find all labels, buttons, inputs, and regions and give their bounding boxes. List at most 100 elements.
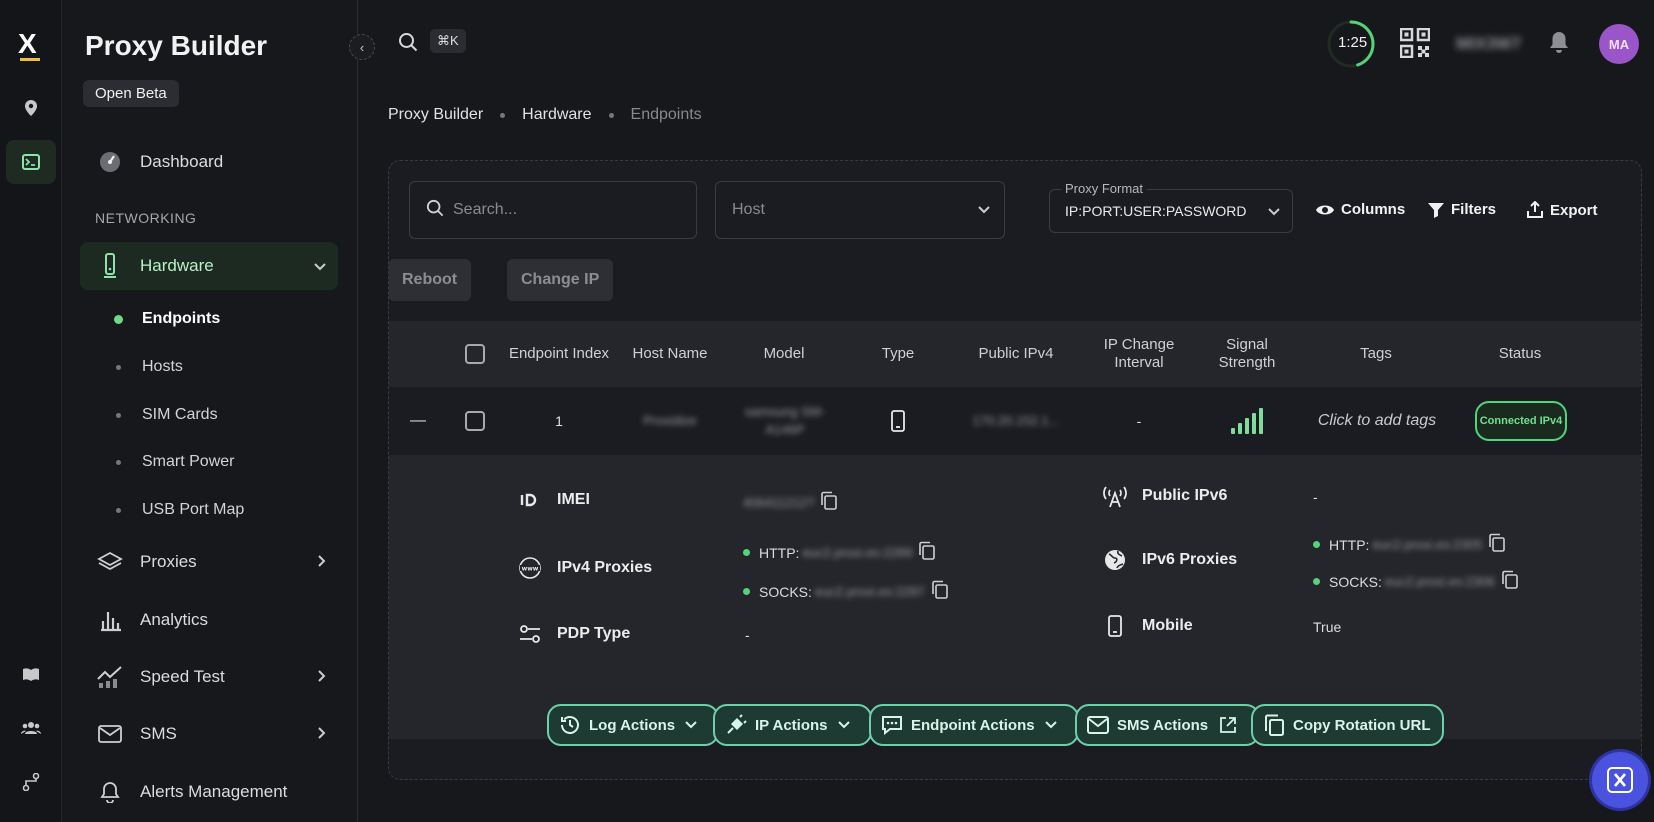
chevron-down-icon bbox=[837, 721, 850, 729]
avatar[interactable]: MA bbox=[1599, 24, 1639, 64]
col-type[interactable]: Type bbox=[849, 321, 947, 387]
status-badge-label: Connected IPv4 bbox=[1475, 401, 1567, 441]
signal-bar bbox=[1238, 423, 1242, 434]
sidebar-item-label: SMS bbox=[140, 724, 177, 743]
change-ip-button[interactable]: Change IP bbox=[507, 259, 614, 301]
copy-icon[interactable] bbox=[918, 541, 936, 564]
columns-label: Columns bbox=[1341, 201, 1406, 218]
chevron-down-icon bbox=[1268, 203, 1280, 219]
collapse-row-button[interactable]: — bbox=[403, 387, 433, 455]
online-dot bbox=[743, 549, 750, 556]
sidebar-subitem-smart-power[interactable]: Smart Power bbox=[116, 447, 235, 477]
x-logo-icon bbox=[1607, 767, 1633, 793]
pdp-type-value: - bbox=[745, 627, 750, 643]
endpoint-actions-button[interactable]: Endpoint Actions bbox=[869, 704, 1079, 746]
col-tags[interactable]: Tags bbox=[1301, 321, 1451, 387]
sidebar-subitem-endpoints[interactable]: Endpoints bbox=[114, 304, 220, 334]
bullet-dot bbox=[116, 364, 121, 370]
table-row[interactable]: — 1 Proxidize samsung SM-A146P 170.20.15… bbox=[389, 387, 1641, 455]
breadcrumb-separator bbox=[608, 112, 614, 118]
cell-endpoint-index: 1 bbox=[555, 413, 563, 429]
copy-icon[interactable] bbox=[820, 491, 838, 514]
copy-icon[interactable] bbox=[1488, 533, 1506, 556]
bullet-dot bbox=[116, 507, 121, 513]
team-icon[interactable] bbox=[6, 706, 56, 750]
notifications-bell-icon[interactable] bbox=[1548, 30, 1570, 59]
public-ipv6-label: Public IPv6 bbox=[1103, 486, 1227, 508]
copy-icon[interactable] bbox=[931, 580, 949, 603]
sms-actions-button[interactable]: SMS Actions bbox=[1075, 704, 1261, 746]
workflow-icon[interactable] bbox=[6, 760, 56, 804]
ipv4-socks-proxy: SOCKS: euc2.proxi.es:2297 bbox=[743, 580, 949, 603]
bullet-dot bbox=[116, 412, 121, 418]
sidebar-subitem-sim-cards[interactable]: SIM Cards bbox=[116, 400, 218, 430]
col-ip-change-interval[interactable]: IP Change Interval bbox=[1083, 321, 1195, 387]
col-model[interactable]: Model bbox=[729, 321, 839, 387]
select-all-checkbox[interactable] bbox=[457, 321, 493, 387]
sidebar-item-alerts[interactable]: Alerts Management bbox=[80, 768, 338, 816]
sidebar-item-label: Hardware bbox=[140, 256, 214, 275]
imei-label-text: IMEI bbox=[557, 491, 590, 508]
sidebar-item-analytics[interactable]: Analytics bbox=[80, 596, 338, 644]
imei-label: IMEI bbox=[520, 491, 590, 509]
col-endpoint-index[interactable]: Endpoint Index bbox=[507, 321, 611, 387]
search-icon[interactable] bbox=[398, 32, 418, 57]
host-placeholder: Host bbox=[732, 201, 765, 218]
terminal-icon[interactable] bbox=[6, 140, 56, 184]
col-signal-strength[interactable]: Signal Strength bbox=[1197, 321, 1297, 387]
ipv4-proxies-label-text: IPv4 Proxies bbox=[557, 559, 653, 576]
mobile-label-text: Mobile bbox=[1142, 617, 1193, 634]
collapse-sidebar-button[interactable]: ‹ bbox=[349, 34, 375, 60]
export-label: Export bbox=[1550, 201, 1598, 219]
sidebar-item-sms[interactable]: SMS bbox=[80, 710, 338, 758]
columns-button[interactable]: Columns bbox=[1315, 201, 1405, 218]
app-logo[interactable]: X bbox=[18, 28, 37, 60]
funnel-icon bbox=[1428, 202, 1444, 218]
log-actions-button[interactable]: Log Actions bbox=[547, 704, 720, 746]
location-pin-icon[interactable] bbox=[6, 86, 56, 130]
breadcrumb-item[interactable]: Hardware bbox=[522, 106, 591, 124]
cell-ip-change-interval: - bbox=[1136, 413, 1142, 429]
search-input[interactable]: Search... bbox=[409, 181, 697, 239]
col-public-ipv4[interactable]: Public IPv4 bbox=[951, 321, 1081, 387]
sidebar-subitem-label: Hosts bbox=[142, 358, 183, 375]
export-icon bbox=[1527, 201, 1543, 218]
col-status[interactable]: Status bbox=[1465, 321, 1575, 387]
proxy-format-value: IP:PORT:USER:PASSWORD bbox=[1065, 203, 1247, 219]
help-chat-button[interactable] bbox=[1592, 752, 1648, 808]
copy-icon[interactable] bbox=[1501, 570, 1519, 593]
book-icon[interactable] bbox=[6, 652, 56, 696]
reboot-button[interactable]: Reboot bbox=[389, 259, 472, 301]
cell-host-name: Proxidize bbox=[643, 413, 697, 428]
copy-rotation-url-button[interactable]: Copy Rotation URL bbox=[1251, 704, 1445, 746]
bell-icon bbox=[80, 781, 140, 803]
endpoint-actions-label: Endpoint Actions bbox=[911, 716, 1035, 734]
www-globe-icon: www bbox=[517, 556, 543, 580]
gauge-icon bbox=[80, 151, 140, 173]
breadcrumb-item[interactable]: Proxy Builder bbox=[388, 106, 483, 124]
mail-icon bbox=[80, 725, 140, 743]
sidebar-subitem-hosts[interactable]: Hosts bbox=[116, 352, 183, 382]
log-actions-label: Log Actions bbox=[589, 716, 676, 734]
filters-label: Filters bbox=[1451, 201, 1497, 218]
envelope-icon bbox=[1087, 716, 1109, 734]
add-tags-link[interactable]: Click to add tags bbox=[1295, 387, 1459, 455]
col-host-name[interactable]: Host Name bbox=[615, 321, 725, 387]
sidebar-subitem-usb-port-map[interactable]: USB Port Map bbox=[116, 495, 244, 525]
sidebar-item-proxies[interactable]: Proxies bbox=[80, 538, 338, 586]
sidebar-item-dashboard[interactable]: Dashboard bbox=[80, 138, 338, 186]
sidebar-item-hardware[interactable]: Hardware bbox=[80, 242, 338, 290]
breadcrumb-current: Endpoints bbox=[630, 106, 702, 123]
breadcrumb-separator bbox=[500, 112, 506, 118]
qr-code-icon[interactable] bbox=[1399, 27, 1431, 63]
sidebar-item-speed-test[interactable]: Speed Test bbox=[80, 653, 338, 701]
filters-button[interactable]: Filters bbox=[1427, 201, 1496, 218]
signal-strength-icon bbox=[1197, 387, 1297, 455]
shortcut-badge[interactable]: ⌘K bbox=[430, 29, 466, 53]
change-ip-label: Change IP bbox=[521, 271, 600, 288]
export-button[interactable]: Export bbox=[1526, 201, 1598, 219]
row-checkbox[interactable] bbox=[457, 387, 493, 455]
sidebar-subitem-label: Smart Power bbox=[142, 453, 235, 470]
ip-actions-button[interactable]: IP Actions bbox=[713, 704, 872, 746]
host-select[interactable]: Host bbox=[715, 181, 1005, 239]
